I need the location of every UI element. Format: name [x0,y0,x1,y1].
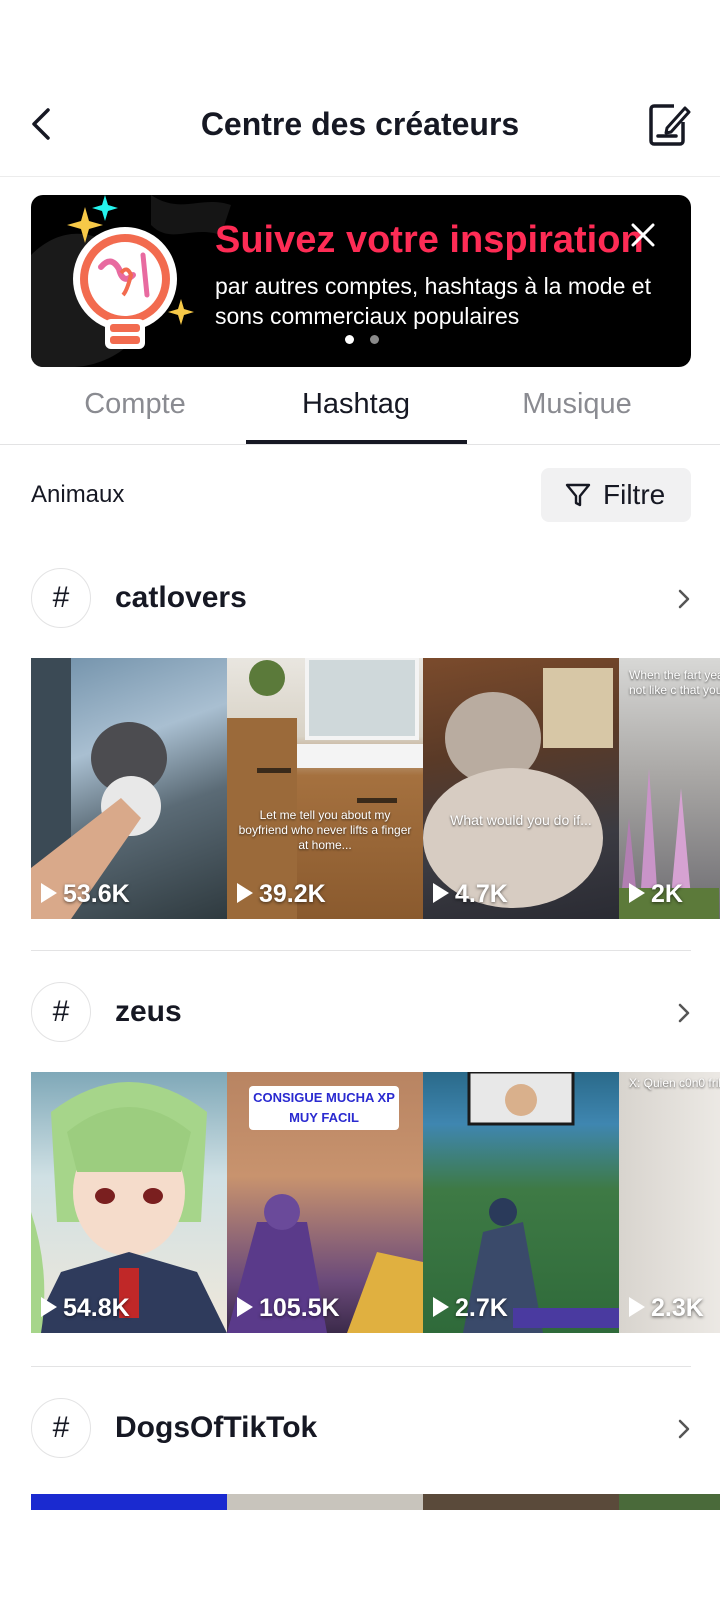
view-count: 2K [629,880,683,909]
video-thumbnail[interactable] [31,1494,227,1510]
hashtag-name: catlovers [115,581,247,614]
video-thumbnail-strip: 54.8K CONSIGUE MUCHA XP MUY FACIL 105.5K… [31,1072,720,1333]
view-count: 2.7K [433,1294,508,1323]
video-thumbnail[interactable]: 2.7K [423,1072,619,1333]
hashtag-row[interactable]: # DogsOfTikTok [31,1398,691,1460]
video-thumbnail-strip: 53.6K Let me tell you about my boyfriend… [31,658,720,919]
chevron-right-icon [678,1419,690,1439]
section-divider [31,1366,691,1367]
view-count-value: 53.6K [63,880,130,908]
promo-banner[interactable]: Suivez votre inspiration par autres comp… [31,195,691,367]
carousel-dot-active [345,335,354,344]
view-count: 39.2K [237,880,326,909]
hashtag-name: zeus [115,995,182,1028]
banner-title: Suivez votre inspiration [215,219,644,261]
top-bar: Centre des créateurs [0,80,720,177]
play-icon [629,883,645,903]
active-tab-indicator [246,440,467,444]
filter-button[interactable]: Filtre [541,468,691,522]
play-icon [433,1297,449,1317]
funnel-icon [565,483,591,507]
tab-bar: Compte Hashtag Musique [0,374,720,445]
chevron-right-icon [678,1003,690,1023]
view-count: 53.6K [41,880,130,909]
banner-subtitle: par autres comptes, hashtags à la mode e… [215,273,651,329]
view-count-value: 2.3K [651,1294,704,1322]
tab-hashtag[interactable]: Hashtag [246,388,466,421]
edit-note-icon[interactable] [646,100,692,148]
category-label: Animaux [31,481,125,508]
tab-compte[interactable]: Compte [25,388,245,421]
video-thumbnail[interactable]: When the fart years, actually and not li… [619,658,720,919]
video-thumbnail[interactable]: 54.8K [31,1072,227,1333]
view-count-value: 2.7K [455,1294,508,1322]
section-divider [31,950,691,951]
video-caption: X: Quien c0n0 frika Yo al t [629,1076,720,1090]
view-count: 105.5K [237,1294,340,1323]
view-count: 2.3K [629,1294,704,1323]
hashtag-icon: # [31,1398,91,1458]
video-thumbnail[interactable]: What would you do if... 4.7K [423,658,619,919]
view-count-value: 2K [651,880,683,908]
hashtag-row[interactable]: # catlovers [31,568,691,630]
video-caption: Let me tell you about my boyfriend who n… [238,808,412,852]
view-count-value: 39.2K [259,880,326,908]
video-thumbnail[interactable] [619,1494,720,1510]
play-icon [41,883,57,903]
view-count: 4.7K [433,880,508,909]
play-icon [433,883,449,903]
hashtag-name: DogsOfTikTok [115,1411,318,1444]
carousel-dot [370,335,379,344]
video-thumbnail[interactable]: 53.6K [31,658,227,919]
close-icon[interactable] [629,221,657,249]
play-icon [629,1297,645,1317]
hashtag-section: # DogsOfTikTok [0,1398,720,1468]
hashtag-row[interactable]: # zeus [31,982,691,1044]
hashtag-icon: # [31,568,91,628]
video-thumbnail-strip [31,1494,720,1510]
view-count-value: 4.7K [455,880,508,908]
video-thumbnail[interactable]: X: Quien c0n0 frika Yo al t 2.3K [619,1072,720,1333]
play-icon [41,1297,57,1317]
filter-label: Filtre [603,479,666,510]
hashtag-icon: # [31,982,91,1042]
play-icon [237,883,253,903]
video-thumbnail[interactable]: CONSIGUE MUCHA XP MUY FACIL 105.5K [227,1072,423,1333]
tab-musique[interactable]: Musique [467,388,687,421]
video-caption: When the fart years, actually and not li… [629,668,720,697]
view-count-value: 54.8K [63,1294,130,1322]
video-caption: What would you do if... [450,812,592,828]
play-icon [237,1297,253,1317]
view-count: 54.8K [41,1294,130,1323]
chevron-right-icon [678,589,690,609]
page-title: Centre des créateurs [200,106,520,142]
video-thumbnail[interactable]: Let me tell you about my boyfriend who n… [227,658,423,919]
video-thumbnail[interactable] [227,1494,423,1510]
carousel-indicator [345,331,395,349]
hashtag-section: # catlovers 53.6K Let me tell you about … [0,568,720,948]
video-thumbnail[interactable] [423,1494,619,1510]
view-count-value: 105.5K [259,1294,340,1322]
hashtag-section: # zeus 54.8K CONSIGUE MUCHA XP MUY FACIL [0,982,720,1362]
